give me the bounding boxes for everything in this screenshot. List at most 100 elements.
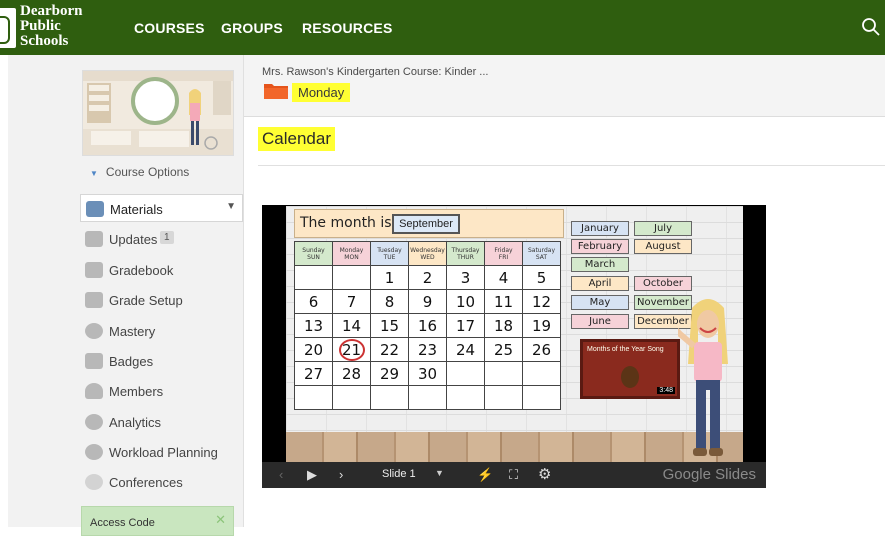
day-header-name: Monday bbox=[339, 246, 364, 254]
video-duration: 3:48 bbox=[657, 387, 675, 394]
slides-player-controls: ‹ ▶ › Slide 1 ▼ ⚡ ⛶ ⚙ Google Slides bbox=[262, 462, 766, 488]
month-card: July bbox=[634, 221, 692, 236]
calendar-date-cell: 8 bbox=[370, 289, 409, 314]
calendar-date-cell bbox=[484, 385, 523, 410]
calendar-date-cell bbox=[446, 385, 485, 410]
updates-count-badge: 1 bbox=[160, 231, 174, 244]
sidebar-item-label: Grade Setup bbox=[109, 293, 183, 308]
calendar-date-cell bbox=[332, 265, 371, 290]
day-header: Saturday SAT bbox=[522, 241, 561, 266]
calendar-date-cell: 26 bbox=[522, 337, 561, 362]
calendar-date-cell: 20 bbox=[294, 337, 333, 362]
day-header: Sunday SUN bbox=[294, 241, 333, 266]
calendar-date-cell: 4 bbox=[484, 265, 523, 290]
day-header-abbr: SUN bbox=[307, 253, 320, 261]
caret-down-icon[interactable]: ▼ bbox=[226, 201, 236, 212]
sidebar-item-analytics[interactable]: Analytics bbox=[80, 408, 243, 436]
sidebar-item-conferences[interactable]: Conferences bbox=[80, 468, 243, 496]
sidebar-item-workload-planning[interactable]: Workload Planning bbox=[80, 438, 243, 466]
day-header-name: Saturday bbox=[527, 246, 556, 254]
mastery-icon bbox=[85, 323, 103, 339]
nav-courses[interactable]: COURSES bbox=[134, 20, 205, 36]
breadcrumb-course-link[interactable]: Mrs. Rawson's Kindergarten Course: Kinde… bbox=[262, 66, 488, 78]
calendar-date-cell: 25 bbox=[484, 337, 523, 362]
month-card: February bbox=[571, 239, 629, 254]
sidebar-item-materials[interactable]: Materials ▼ bbox=[80, 194, 243, 222]
sidebar-item-gradebook[interactable]: Gradebook bbox=[80, 256, 243, 284]
play-icon[interactable]: ▶ bbox=[307, 467, 317, 483]
previous-slide-icon[interactable]: ‹ bbox=[279, 467, 283, 482]
calendar-date-cell bbox=[370, 385, 409, 410]
folder-icon bbox=[264, 84, 288, 99]
calendar-date-cell: 28 bbox=[332, 361, 371, 386]
calendar-date-cell: 3 bbox=[446, 265, 485, 290]
workload-planning-icon bbox=[85, 444, 103, 460]
day-header: Tuesday TUE bbox=[370, 241, 409, 266]
wood-floor-background bbox=[286, 432, 743, 462]
day-header-name: Friday bbox=[494, 246, 513, 254]
calendar-grid: Sunday SUN Monday MON Tuesday TUE Wednesday… bbox=[294, 241, 561, 410]
access-code-panel: Access Code ✕ bbox=[81, 506, 234, 536]
sidebar-item-badges[interactable]: Badges bbox=[80, 347, 243, 375]
calendar-date-cell bbox=[522, 361, 561, 386]
search-icon[interactable] bbox=[861, 17, 881, 37]
logo-line-3: Schools bbox=[20, 33, 69, 49]
video-title: Months of the Year Song bbox=[587, 346, 664, 353]
calendar-date-cell bbox=[332, 385, 371, 410]
calendar-date-cell: 27 bbox=[294, 361, 333, 386]
calendar-date-cell bbox=[522, 385, 561, 410]
calendar-date-cell bbox=[446, 361, 485, 386]
next-slide-icon[interactable]: › bbox=[339, 467, 343, 482]
calendar-date-cell-today: 21 bbox=[332, 337, 371, 362]
month-card: October bbox=[634, 276, 692, 291]
lightning-icon[interactable]: ⚡ bbox=[477, 467, 493, 483]
course-options-label: Course Options bbox=[105, 165, 190, 179]
sidebar-item-updates[interactable]: Updates 1 bbox=[80, 225, 243, 253]
day-header: Wednesday WED bbox=[408, 241, 447, 266]
calendar-date-cell: 17 bbox=[446, 313, 485, 338]
left-gutter bbox=[0, 55, 8, 527]
course-options-toggle[interactable]: ▼ Course Options bbox=[90, 165, 189, 179]
calendar-date-cell: 30 bbox=[408, 361, 447, 386]
calendar-date-cell bbox=[294, 385, 333, 410]
day-header: Monday MON bbox=[332, 241, 371, 266]
triangle-down-icon: ▼ bbox=[90, 169, 98, 178]
fullscreen-icon[interactable]: ⛶ bbox=[509, 467, 518, 483]
calendar-date-cell bbox=[294, 265, 333, 290]
calendar-date-cell: 6 bbox=[294, 289, 333, 314]
district-seal-icon bbox=[0, 8, 16, 48]
day-header-abbr: THUR bbox=[457, 253, 474, 261]
day-header-name: Wednesday bbox=[410, 246, 445, 254]
sidebar-item-label: Materials bbox=[110, 202, 163, 217]
nav-groups[interactable]: GROUPS bbox=[221, 20, 283, 36]
sidebar-item-mastery[interactable]: Mastery bbox=[80, 317, 243, 345]
updates-icon bbox=[85, 231, 103, 247]
day-header-abbr: WED bbox=[420, 253, 435, 261]
turkey-illustration bbox=[621, 366, 639, 388]
conferences-icon bbox=[85, 474, 103, 490]
calendar-date-cell: 5 bbox=[522, 265, 561, 290]
video-thumbnail[interactable]: Months of the Year Song 3:48 bbox=[580, 339, 680, 399]
slide-canvas[interactable]: The month is: September Sunday SUN Monday… bbox=[286, 206, 743, 462]
day-header-name: Sunday bbox=[302, 246, 325, 254]
sidebar-item-grade-setup[interactable]: Grade Setup bbox=[80, 286, 243, 314]
calendar-date-cell: 9 bbox=[408, 289, 447, 314]
close-icon[interactable]: ✕ bbox=[215, 512, 226, 528]
calendar-date-cell: 22 bbox=[370, 337, 409, 362]
day-header-abbr: MON bbox=[344, 253, 359, 261]
calendar-week-row: 13 14 15 16 17 18 19 bbox=[294, 313, 561, 338]
gear-icon[interactable]: ⚙ bbox=[538, 465, 551, 483]
sidebar-item-members[interactable]: Members bbox=[80, 377, 243, 405]
month-banner: The month is: September bbox=[294, 209, 564, 238]
sidebar-item-label: Conferences bbox=[109, 475, 183, 490]
calendar-date-cell: 1 bbox=[370, 265, 409, 290]
calendar-date-cell: 15 bbox=[370, 313, 409, 338]
chevron-down-icon[interactable]: ▼ bbox=[435, 468, 444, 478]
materials-icon bbox=[86, 201, 104, 217]
calendar-date-cell: 11 bbox=[484, 289, 523, 314]
district-logo[interactable]: Dearborn Public Schools bbox=[0, 4, 90, 52]
slide-selector[interactable]: Slide 1 bbox=[382, 468, 416, 480]
nav-resources[interactable]: RESOURCES bbox=[302, 20, 392, 36]
breadcrumb-folder[interactable]: Monday bbox=[292, 83, 351, 102]
calendar-date-cell bbox=[408, 385, 447, 410]
